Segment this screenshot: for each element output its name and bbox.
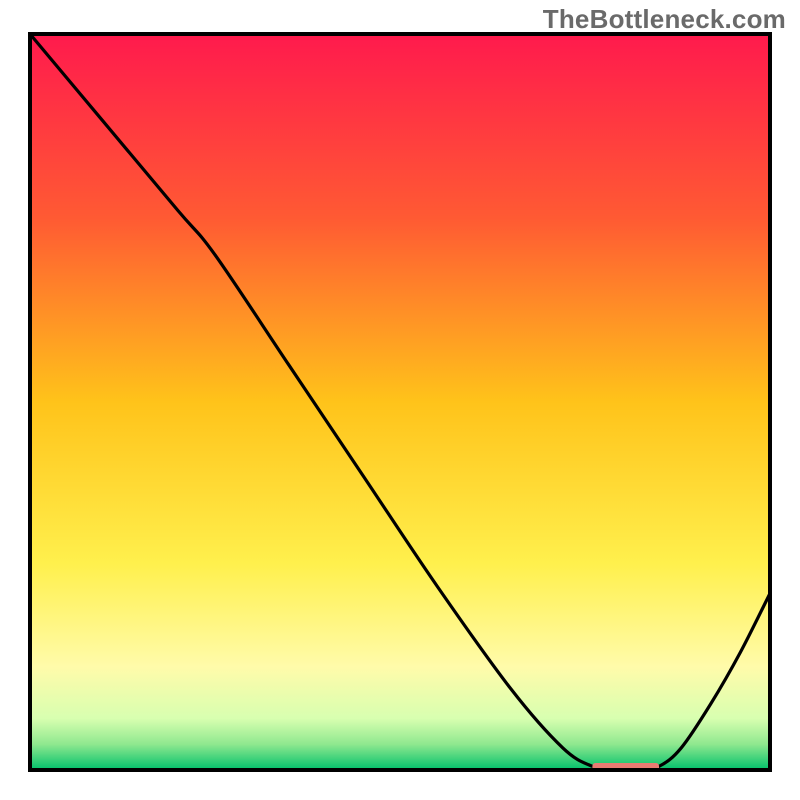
chart-frame: TheBottleneck.com (0, 0, 800, 800)
plot-background (30, 34, 770, 770)
watermark-text: TheBottleneck.com (543, 4, 786, 35)
bottleneck-chart (0, 0, 800, 800)
